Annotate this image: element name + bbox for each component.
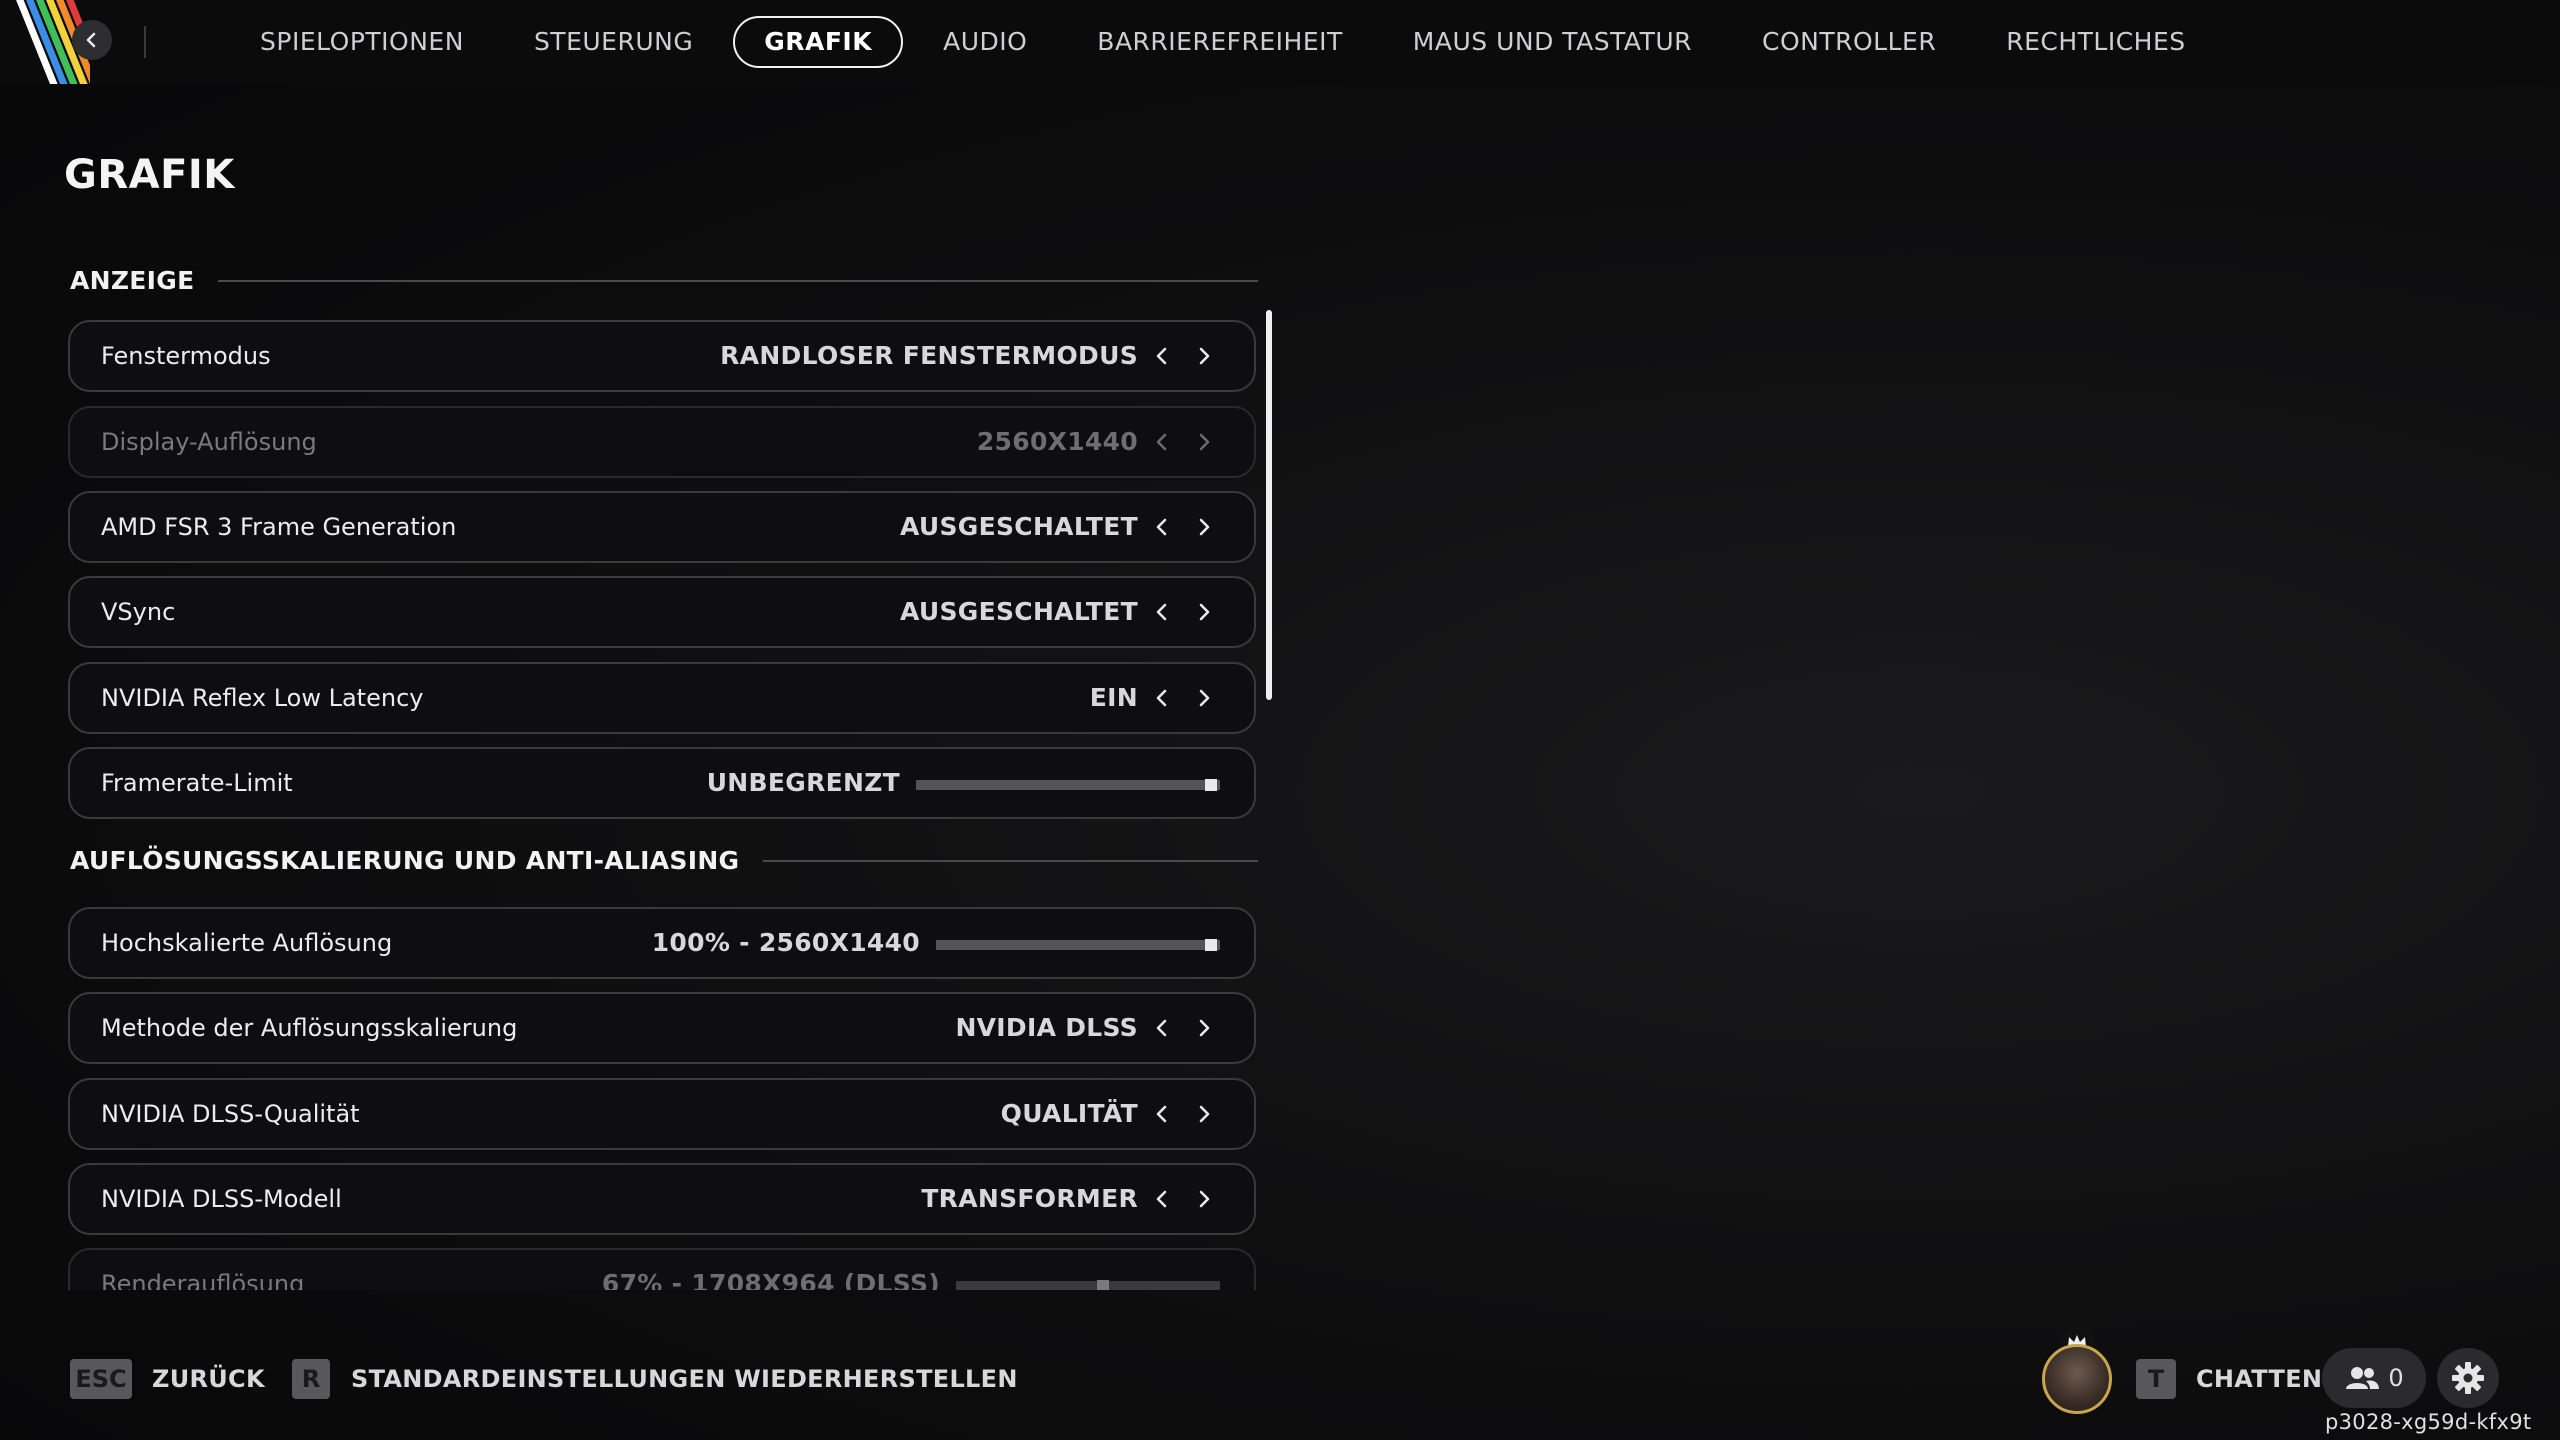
setting-label: Methode der Auflösungsskalierung (101, 1014, 518, 1042)
chevron-right-icon[interactable] (1190, 598, 1218, 626)
setting-methode-aufloesungsskalierung[interactable]: Methode der Auflösungsskalierung NVIDIA … (68, 992, 1256, 1064)
setting-value: AUSGESCHALTET (900, 597, 1138, 626)
setting-value: AUSGESCHALTET (900, 512, 1138, 541)
chevron-left-icon[interactable] (1148, 513, 1176, 541)
setting-label: NVIDIA DLSS-Modell (101, 1185, 342, 1213)
setting-renderaufloesung: Renderauflösung 67% - 1708X964 (DLSS) (68, 1248, 1256, 1290)
nav-divider (144, 26, 146, 58)
setting-label: AMD FSR 3 Frame Generation (101, 513, 457, 541)
key-esc: ESC (70, 1359, 132, 1399)
chevron-right-icon[interactable] (1190, 513, 1218, 541)
page-title: GRAFIK (64, 152, 235, 198)
chevron-left-icon[interactable] (1148, 598, 1176, 626)
key-r: R (292, 1359, 330, 1399)
slider-knob[interactable] (1205, 779, 1217, 791)
setting-fenstermodus[interactable]: Fenstermodus RANDLOSER FENSTERMODUS (68, 320, 1256, 392)
setting-value: QUALITÄT (1000, 1099, 1138, 1128)
setting-label: VSync (101, 598, 176, 626)
friends-icon (2346, 1367, 2380, 1389)
gear-button[interactable] (2437, 1348, 2499, 1408)
setting-nvidia-reflex-low-latency[interactable]: NVIDIA Reflex Low Latency EIN (68, 662, 1256, 734)
chevron-right-icon[interactable] (1190, 684, 1218, 712)
chevron-right-icon[interactable] (1190, 342, 1218, 370)
setting-amd-fsr3-frame-generation[interactable]: AMD FSR 3 Frame Generation AUSGESCHALTET (68, 491, 1256, 563)
framerate-limit-slider[interactable] (916, 779, 1220, 791)
tab-audio[interactable]: AUDIO (913, 16, 1057, 68)
tab-maus-und-tastatur[interactable]: MAUS UND TASTATUR (1383, 16, 1722, 68)
top-navigation-bar: SPIELOPTIONEN STEUERUNG GRAFIK AUDIO BAR… (0, 0, 2560, 84)
key-t: T (2136, 1359, 2176, 1399)
gear-icon (2452, 1362, 2484, 1394)
player-id: p3028-xg59d-kfx9t (2325, 1410, 2532, 1434)
section-title: AUFLÖSUNGSSKALIERUNG UND ANTI-ALIASING (70, 846, 740, 875)
setting-label: Renderauflösung (101, 1270, 305, 1290)
setting-hochskalierte-aufloesung[interactable]: Hochskalierte Auflösung 100% - 2560X1440 (68, 907, 1256, 979)
upscaled-resolution-slider[interactable] (936, 939, 1220, 951)
setting-value: EIN (1089, 683, 1138, 712)
setting-label: Hochskalierte Auflösung (101, 929, 393, 957)
setting-value: 2560X1440 (976, 427, 1138, 456)
chevron-left-icon[interactable] (1148, 342, 1176, 370)
setting-nvidia-dlss-modell[interactable]: NVIDIA DLSS-Modell TRANSFORMER (68, 1163, 1256, 1235)
chevron-right-icon[interactable] (1190, 1185, 1218, 1213)
tab-grafik[interactable]: GRAFIK (733, 16, 904, 68)
section-header-anzeige: ANZEIGE (70, 266, 1258, 295)
setting-label: NVIDIA Reflex Low Latency (101, 684, 424, 712)
chevron-right-icon (1190, 428, 1218, 456)
chevron-right-icon[interactable] (1190, 1014, 1218, 1042)
settings-list[interactable]: ANZEIGE Fenstermodus RANDLOSER FENSTERMO… (68, 256, 1258, 1290)
tab-rechtliches[interactable]: RECHTLICHES (1976, 16, 2215, 68)
setting-framerate-limit[interactable]: Framerate-Limit UNBEGRENZT (68, 747, 1256, 819)
chevron-left-icon[interactable] (1148, 1014, 1176, 1042)
setting-value: 67% - 1708X964 (DLSS) (601, 1269, 940, 1290)
chevron-left-icon (86, 32, 96, 48)
section-title: ANZEIGE (70, 266, 195, 295)
chevron-left-icon (1148, 428, 1176, 456)
chat-hint[interactable]: CHATTEN (2196, 1359, 2322, 1399)
slider-knob (1096, 1280, 1109, 1290)
setting-display-aufloesung: Display-Auflösung 2560X1440 (68, 406, 1256, 478)
settings-tabs: SPIELOPTIONEN STEUERUNG GRAFIK AUDIO BAR… (230, 14, 2226, 70)
setting-label: Display-Auflösung (101, 428, 317, 456)
setting-value: TRANSFORMER (921, 1184, 1138, 1213)
back-hint[interactable]: ZURÜCK (152, 1359, 265, 1399)
slider-knob[interactable] (1205, 939, 1217, 951)
chevron-left-icon[interactable] (1148, 684, 1176, 712)
chevron-left-icon[interactable] (1148, 1185, 1176, 1213)
tab-spieloptionen[interactable]: SPIELOPTIONEN (230, 16, 494, 68)
tab-steuerung[interactable]: STEUERUNG (504, 16, 723, 68)
friends-button[interactable]: 0 (2322, 1348, 2426, 1408)
setting-nvidia-dlss-qualitaet[interactable]: NVIDIA DLSS-Qualität QUALITÄT (68, 1078, 1256, 1150)
section-divider (763, 859, 1258, 862)
chevron-right-icon[interactable] (1190, 1100, 1218, 1128)
setting-label: Framerate-Limit (101, 769, 293, 797)
setting-value: NVIDIA DLSS (955, 1013, 1138, 1042)
setting-vsync[interactable]: VSync AUSGESCHALTET (68, 576, 1256, 648)
setting-label: Fenstermodus (101, 342, 271, 370)
chevron-left-icon[interactable] (1148, 1100, 1176, 1128)
setting-value: UNBEGRENZT (706, 768, 900, 797)
setting-value: 100% - 2560X1440 (651, 928, 920, 957)
settings-scrollbar[interactable] (1266, 310, 1272, 700)
player-avatar[interactable] (2042, 1344, 2112, 1414)
back-button[interactable] (72, 20, 112, 60)
tab-barrierefreiheit[interactable]: BARRIEREFREIHEIT (1067, 16, 1373, 68)
section-divider (218, 279, 1258, 282)
tab-controller[interactable]: CONTROLLER (1732, 16, 1966, 68)
section-header-aufloesungsskalierung: AUFLÖSUNGSSKALIERUNG UND ANTI-ALIASING (70, 846, 1258, 875)
render-resolution-slider (956, 1280, 1220, 1290)
setting-label: NVIDIA DLSS-Qualität (101, 1100, 360, 1128)
friends-count: 0 (2388, 1364, 2404, 1392)
reset-defaults-hint[interactable]: STANDARDEINSTELLUNGEN WIEDERHERSTELLEN (351, 1359, 1018, 1399)
setting-value: RANDLOSER FENSTERMODUS (720, 341, 1138, 370)
